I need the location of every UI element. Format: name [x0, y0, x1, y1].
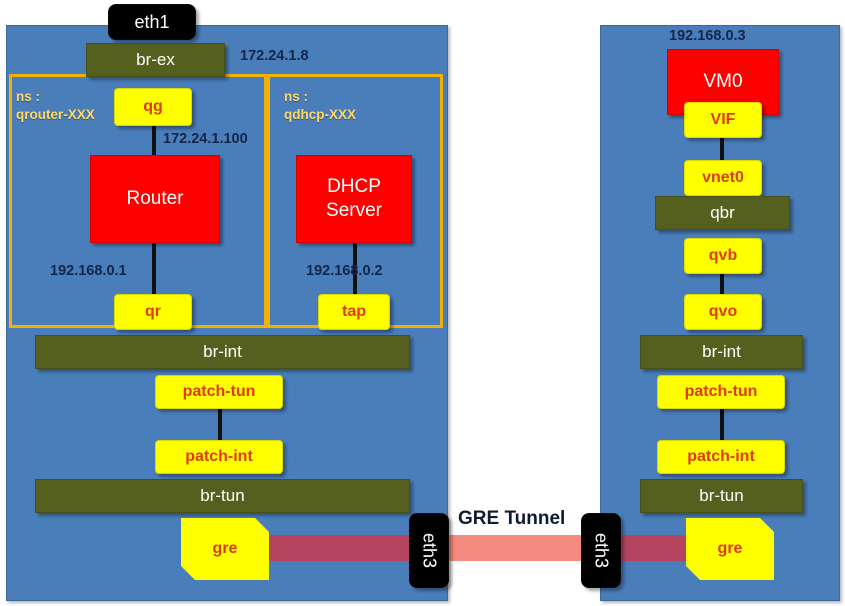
qvb-port[interactable]: qvb: [684, 238, 762, 274]
compute-node-gre-label: gre: [717, 540, 743, 557]
dhcp-server-label-line2: Server: [326, 200, 382, 221]
qg-ip-label: 172.24.1.100: [163, 131, 248, 147]
qr-ip-label: 192.168.0.1: [50, 263, 127, 279]
network-node-br-tun-bridge[interactable]: br-tun: [35, 479, 410, 513]
qr-port-label: qr: [145, 303, 161, 320]
dhcp-server-label-line1: DHCP: [327, 176, 381, 197]
network-node-eth3-label: eth3: [419, 532, 440, 569]
tap-port-label: tap: [342, 303, 366, 320]
network-node-eth3-nic[interactable]: eth3: [409, 513, 449, 588]
br-ex-label: br-ex: [136, 50, 175, 69]
network-node-eth1-label: eth1: [134, 11, 170, 32]
compute-node-eth3-label: eth3: [591, 532, 612, 569]
compute-node-br-tun-label: br-tun: [699, 486, 744, 505]
br-ex-ip-label: 172.24.1.8: [240, 48, 309, 64]
connector-router-qr: [152, 240, 156, 296]
network-node-gre-port[interactable]: gre: [181, 518, 269, 580]
network-node-patch-int-port[interactable]: patch-int: [155, 440, 283, 474]
compute-node-br-int-label: br-int: [702, 342, 741, 361]
qg-port[interactable]: qg: [114, 88, 192, 126]
compute-node-br-tun-bridge[interactable]: br-tun: [640, 479, 803, 513]
router-node[interactable]: Router: [90, 155, 220, 243]
tap-ip-label: 192.168.0.2: [306, 263, 383, 279]
vm0-label: VM0: [703, 71, 743, 92]
network-node-patch-tun-port[interactable]: patch-tun: [155, 375, 283, 409]
dhcp-server-node[interactable]: DHCP Server: [296, 155, 412, 243]
br-ex-bridge[interactable]: br-ex: [86, 43, 225, 77]
network-node-br-int-label: br-int: [203, 342, 242, 361]
vm0-ip-label: 192.168.0.3: [669, 28, 746, 44]
compute-node-patch-int-label: patch-int: [687, 448, 755, 465]
qbr-label: qbr: [710, 203, 735, 222]
vif-port[interactable]: VIF: [684, 102, 762, 138]
gre-tunnel-title: GRE Tunnel: [458, 508, 566, 529]
network-node-gre-label: gre: [212, 540, 238, 557]
network-node-patch-int-label: patch-int: [185, 448, 253, 465]
qg-port-label: qg: [143, 98, 163, 115]
network-node-br-int-bridge[interactable]: br-int: [35, 335, 410, 369]
network-node-eth1-nic[interactable]: eth1: [108, 4, 196, 40]
router-label: Router: [126, 188, 184, 209]
network-topology-diagram: eth1 br-ex 172.24.1.8 ns : qrouter-XXX n…: [0, 0, 845, 606]
qvb-label: qvb: [708, 247, 738, 264]
vnet0-label: vnet0: [702, 169, 744, 186]
qdhcp-ns-text: ns : qdhcp-XXX: [284, 89, 357, 122]
qbr-bridge[interactable]: qbr: [655, 196, 790, 230]
qrouter-ns-text: ns : qrouter-XXX: [16, 89, 95, 122]
compute-node-patch-tun-label: patch-tun: [684, 383, 758, 400]
network-node-br-tun-label: br-tun: [200, 486, 245, 505]
compute-node-eth3-nic[interactable]: eth3: [581, 513, 621, 588]
network-node-patch-tun-label: patch-tun: [182, 383, 256, 400]
qvo-port[interactable]: qvo: [684, 294, 762, 330]
qrouter-namespace-label: ns : qrouter-XXX: [16, 88, 95, 124]
compute-node-patch-tun-port[interactable]: patch-tun: [657, 375, 785, 409]
qr-port[interactable]: qr: [114, 294, 192, 330]
compute-node-br-int-bridge[interactable]: br-int: [640, 335, 803, 369]
tap-port[interactable]: tap: [318, 294, 390, 330]
qvo-label: qvo: [708, 303, 738, 320]
compute-node-gre-port[interactable]: gre: [686, 518, 774, 580]
vif-label: VIF: [710, 111, 736, 128]
gre-tunnel-band-middle: [448, 535, 600, 561]
vnet0-port[interactable]: vnet0: [684, 160, 762, 196]
qdhcp-namespace-label: ns : qdhcp-XXX: [284, 88, 356, 124]
compute-node-patch-int-port[interactable]: patch-int: [657, 440, 785, 474]
